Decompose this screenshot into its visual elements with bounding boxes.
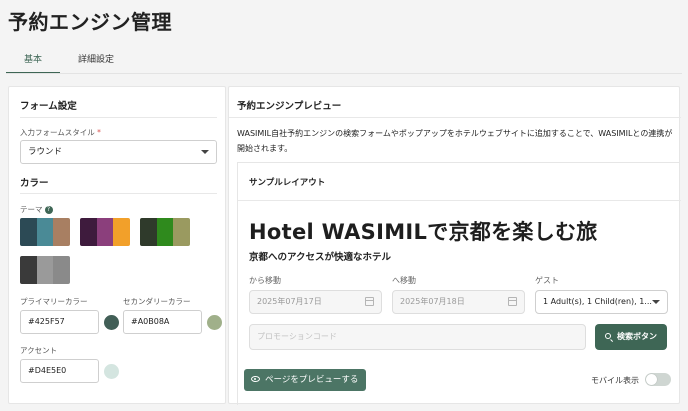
guest-label: ゲスト — [535, 276, 559, 285]
swatch-color — [113, 218, 130, 246]
tab-divider — [6, 73, 682, 74]
secondary-color-preview[interactable] — [207, 315, 222, 330]
guest-value: 1 Adult(s), 1 Child(ren), 1... — [543, 297, 652, 306]
settings-panel: フォーム設定 入力フォームスタイル * ラウンド カラー テーマ? プライマリー… — [8, 86, 226, 404]
swatch-color — [20, 256, 37, 284]
hotel-title: Hotel WASIMILで京都を楽しむ旅 — [249, 220, 598, 244]
theme-swatch-2[interactable] — [80, 218, 130, 246]
theme-label-text: テーマ — [20, 205, 43, 214]
chevron-down-icon — [201, 150, 209, 154]
primary-color-label: プライマリーカラー — [20, 297, 88, 306]
hotel-subtitle: 京都へのアクセスが快適なホテル — [249, 252, 392, 263]
form-style-label: 入力フォームスタイル * — [20, 127, 101, 138]
preview-panel: 予約エンジンプレビュー WASIMIL自社予約エンジンの検索フォームやポップアッ… — [228, 86, 681, 405]
guest-select[interactable]: 1 Adult(s), 1 Child(ren), 1... — [535, 290, 668, 314]
tab-bar: 基本 詳細設定 — [6, 48, 132, 74]
secondary-color-input[interactable]: #A0B08A — [123, 310, 202, 334]
swatch-color — [140, 218, 157, 246]
toggle-knob — [646, 374, 657, 385]
swatch-color — [53, 256, 70, 284]
swatch-color — [96, 218, 114, 246]
checkin-date-field[interactable]: 2025年07月17日 — [249, 290, 382, 314]
swatch-color — [173, 218, 190, 246]
theme-swatch-3[interactable] — [140, 218, 190, 246]
eye-icon — [251, 376, 260, 382]
primary-color-input[interactable]: #425F57 — [20, 310, 99, 334]
checkin-date-value: 2025年07月17日 — [257, 297, 322, 306]
tab-basic[interactable]: 基本 — [6, 48, 60, 74]
swatch-color — [80, 218, 97, 246]
form-style-select[interactable]: ラウンド — [20, 140, 217, 164]
secondary-color-label: セカンダリーカラー — [123, 297, 191, 306]
promo-code-input[interactable]: プロモーションコード — [249, 324, 586, 350]
form-style-label-text: 入力フォームスタイル — [20, 128, 95, 137]
preview-page-button-label: ページをプレビューする — [265, 375, 359, 385]
swatch-color — [156, 218, 174, 246]
preview-page-button[interactable]: ページをプレビューする — [244, 369, 366, 391]
swatch-color — [53, 218, 70, 246]
chevron-down-icon — [652, 300, 660, 304]
mobile-view-label: モバイル表示 — [591, 376, 639, 385]
preview-description: WASIMIL自社予約エンジンの検索フォームやポップアップをホテルウェブサイトに… — [237, 129, 673, 153]
primary-color-preview[interactable] — [104, 315, 119, 330]
checkout-date-value: 2025年07月18日 — [400, 297, 465, 306]
calendar-icon — [508, 297, 517, 306]
question-icon[interactable]: ? — [44, 206, 53, 214]
accent-color-preview[interactable] — [104, 364, 119, 379]
preview-title: 予約エンジンプレビュー — [237, 101, 342, 112]
form-settings-title: フォーム設定 — [20, 101, 77, 112]
swatch-color — [36, 256, 54, 284]
divider — [20, 117, 217, 118]
theme-swatch-1[interactable] — [20, 218, 70, 246]
required-mark: * — [97, 128, 101, 137]
accent-color-label: アクセント — [20, 346, 58, 355]
calendar-icon — [365, 297, 374, 306]
tab-advanced-settings[interactable]: 詳細設定 — [60, 48, 132, 74]
checkout-label: へ移動 — [392, 276, 416, 285]
mobile-view-toggle[interactable] — [645, 373, 671, 386]
search-button[interactable]: 検索ボタン — [595, 324, 667, 350]
theme-swatch-4[interactable] — [20, 256, 70, 284]
search-icon — [605, 333, 611, 339]
divider — [20, 193, 217, 194]
swatch-color — [20, 218, 37, 246]
theme-label: テーマ? — [20, 204, 53, 215]
search-button-label: 検索ボタン — [617, 332, 657, 341]
checkout-date-field[interactable]: 2025年07月18日 — [392, 290, 525, 314]
divider — [229, 117, 681, 118]
page-title: 予約エンジン管理 — [8, 10, 172, 34]
sample-layout-label: サンプルレイアウト — [249, 178, 326, 188]
swatch-color — [36, 218, 54, 246]
checkin-label: から移動 — [249, 276, 281, 285]
form-style-value: ラウンド — [28, 147, 63, 157]
accent-color-input[interactable]: #D4E5E0 — [20, 359, 99, 383]
divider — [238, 200, 681, 201]
color-section-title: カラー — [20, 178, 49, 189]
